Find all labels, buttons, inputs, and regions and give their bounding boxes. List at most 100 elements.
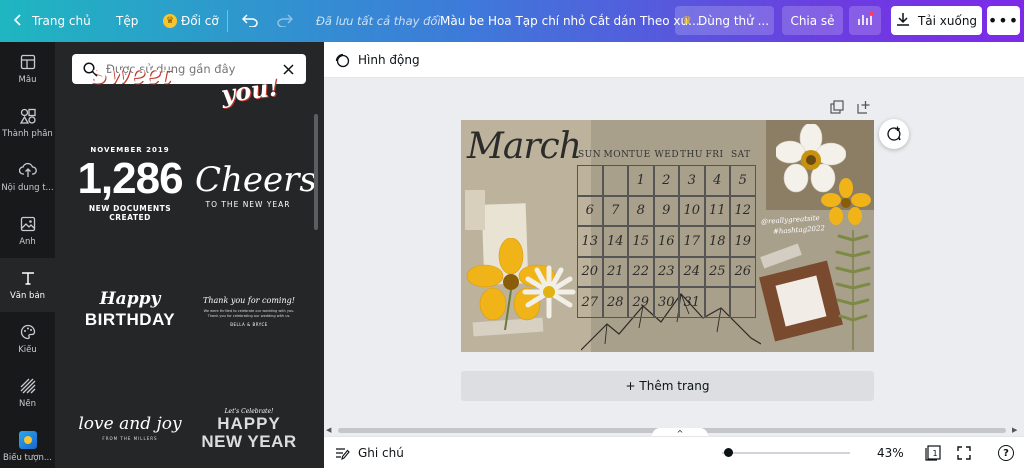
rail-item-styles[interactable]: Kiểu [0, 312, 55, 366]
calendar-day-cell: 13 [577, 226, 603, 257]
template-text: 1,286 [77, 154, 183, 203]
text-template-you[interactable]: you! [205, 70, 295, 110]
animate-icon [334, 52, 350, 68]
bottom-bar: Ghi chú 43% 1 ? [324, 436, 1024, 468]
rail-label: Nền [19, 399, 36, 409]
download-label: Tải xuống [917, 13, 978, 28]
notes-label: Ghi chú [358, 446, 404, 460]
styles-icon [19, 323, 37, 341]
rail-item-elements[interactable]: Thành phần [0, 96, 55, 150]
file-menu[interactable]: Tệp [116, 0, 138, 42]
share-button[interactable]: Chia sẻ [782, 6, 843, 35]
rail-item-apps[interactable]: Biểu tượn... [0, 420, 55, 468]
file-label: Tệp [116, 14, 139, 28]
rail-item-templates[interactable]: Mẫu [0, 42, 55, 96]
more-button[interactable]: ••• [987, 6, 1020, 35]
rail-item-photos[interactable]: Ảnh [0, 204, 55, 258]
home-link[interactable]: Trang chủ [13, 0, 91, 42]
zoom-slider-handle[interactable] [724, 448, 733, 457]
yellow-flower-small-image [821, 178, 871, 228]
redo-icon [277, 13, 294, 30]
fullscreen-icon[interactable] [957, 446, 971, 460]
panel-scrollbar[interactable] [314, 114, 318, 230]
daisy-image [521, 264, 577, 320]
template-text: We were thrilled to celebrate our weddin… [203, 309, 295, 318]
calendar-day-cell: 20 [577, 256, 603, 287]
day-of-week-label: SUN [578, 150, 602, 160]
undo-button[interactable] [241, 0, 258, 42]
template-text: CREATED [109, 213, 151, 222]
fern-image [833, 230, 873, 350]
zoom-level[interactable]: 43% [877, 446, 904, 460]
page-count-button[interactable]: 1 [925, 445, 941, 461]
help-button[interactable]: ? [998, 445, 1014, 461]
left-rail: Mẫu Thành phần Nội dung t... Ảnh Văn bản… [0, 42, 55, 468]
template-text: NEW YEAR [201, 432, 297, 451]
animate-button[interactable]: Hình động [334, 52, 420, 68]
editor-toolbar: Hình động [324, 42, 1024, 78]
template-text: you! [219, 72, 281, 109]
calendar-day-cell: 19 [730, 226, 756, 257]
template-text: love and joy [78, 414, 182, 434]
photo-icon [19, 215, 37, 233]
rail-item-background[interactable]: Nền [0, 366, 55, 420]
download-button[interactable]: Tải xuống [891, 6, 982, 35]
calendar-day-cell: 28 [602, 287, 628, 318]
calendar-day-cell: 10 [679, 195, 705, 226]
add-comment-button[interactable] [879, 119, 909, 149]
apps-icon [18, 431, 37, 449]
rail-item-uploads[interactable]: Nội dung t... [0, 150, 55, 204]
text-template-birthday[interactable]: Happy BIRTHDAY [72, 288, 188, 344]
notification-dot [869, 11, 874, 16]
calendar-grid[interactable]: 1 2 3 4 5 6 7 8 9 10 11 12 13 14 15 16 17 18 19 20 21 22 23 24 2… [577, 165, 757, 320]
calendar-day-cell [577, 165, 603, 196]
rail-item-text[interactable]: Văn bản [0, 258, 55, 312]
canvas-scroll-left[interactable]: ◀ [326, 426, 331, 434]
paper-note [465, 190, 485, 230]
redo-button[interactable] [277, 0, 294, 42]
calendar-day-cell [704, 287, 730, 318]
calendar-day-cell: 25 [704, 256, 730, 287]
month-title[interactable]: March [467, 126, 582, 167]
design-page[interactable]: March SUN MON TUE WED THU FRI SAT 1 2 3 4 5 6 7 8 9 10 1… [461, 120, 874, 352]
canvas-scroll-right[interactable]: ▶ [1012, 426, 1017, 434]
try-pro-label: Dùng thử ... [697, 13, 770, 28]
zoom-slider-track [722, 452, 850, 454]
template-text: BIRTHDAY [84, 310, 176, 329]
calendar-day-cell: 2 [653, 165, 679, 196]
notes-button[interactable]: Ghi chú [335, 446, 404, 460]
calendar-day-cell: 26 [730, 256, 756, 287]
calendar-day-cell: 21 [602, 256, 628, 287]
insights-button[interactable] [849, 6, 881, 35]
calendar-day-cell: 27 [577, 287, 603, 318]
rail-label: Nội dung t... [1, 183, 54, 193]
calendar-day-cell: 5 [730, 165, 756, 196]
calendar-day-cell: 4 [704, 165, 730, 196]
try-pro-button[interactable]: ♛ Dùng thử ... [675, 6, 774, 35]
help-icon: ? [1003, 447, 1009, 459]
comment-add-icon [886, 126, 902, 142]
calendar-day-cell: 14 [602, 226, 628, 257]
text-template-sweet[interactable]: Sweet [81, 70, 181, 96]
text-template-newyear[interactable]: Let's Celebrate! HAPPY NEW YEAR [197, 408, 301, 468]
calendar-day-cell: 9 [653, 195, 679, 226]
text-template-cheers[interactable]: Cheers TO THE NEW YEAR [195, 160, 317, 230]
elements-icon [19, 107, 37, 125]
add-page-icon[interactable] [857, 99, 871, 114]
resize-button[interactable]: ♛ Đổi cỡ [163, 0, 219, 42]
text-template-stats[interactable]: NOVEMBER 2019 1,286 NEW DOCUMENTS CREATE… [72, 146, 188, 246]
zoom-slider[interactable] [722, 448, 850, 457]
calendar-day-cell: 16 [653, 226, 679, 257]
text-template-love[interactable]: love and joy FROM THE MILLERS [72, 412, 188, 462]
document-title[interactable]: Màu be Hoa Tạp chí nhỏ Cắt dán Theo xu..… [440, 0, 700, 42]
rail-label: Văn bản [9, 291, 46, 301]
crown-icon: ♛ [682, 13, 692, 27]
saved-status: Đã lưu tất cả thay đổi [316, 14, 441, 28]
text-icon [19, 269, 37, 287]
rail-label: Biểu tượn... [3, 453, 52, 463]
duplicate-page-icon[interactable] [830, 99, 844, 114]
polaroid-scrap [759, 260, 843, 342]
text-template-thanks[interactable]: Thank you for coming! We were thrilled t… [197, 296, 301, 338]
calendar-day-cell: 29 [628, 287, 654, 318]
add-page-button[interactable]: + Thêm trang [461, 371, 874, 401]
